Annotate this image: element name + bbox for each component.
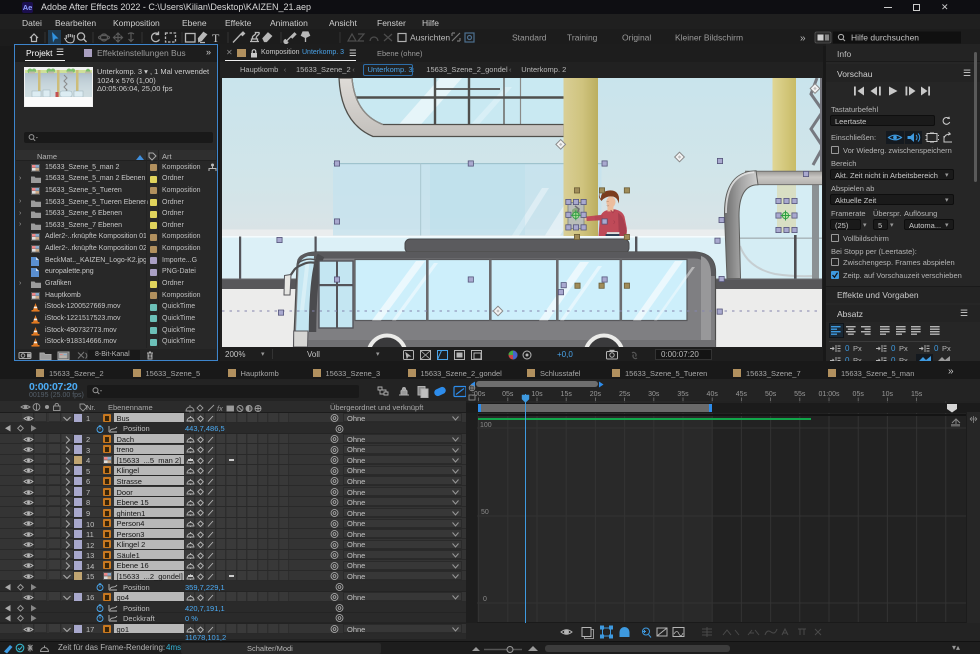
svg-text:01:00s: 01:00s (818, 391, 840, 398)
svg-text:05s: 05s (502, 391, 514, 398)
svg-text:Original: Original (622, 33, 651, 43)
svg-text:05s: 05s (853, 391, 865, 398)
svg-text:Training: Training (567, 33, 598, 43)
svg-text:Ausrichten: Ausrichten (410, 33, 450, 43)
svg-text:45s: 45s (736, 391, 748, 398)
svg-text:15s: 15s (561, 391, 573, 398)
svg-text:»: » (800, 33, 806, 44)
svg-text:40s: 40s (707, 391, 719, 398)
svg-text:30s: 30s (648, 391, 660, 398)
svg-text:Kleiner Bildschirm: Kleiner Bildschirm (675, 33, 743, 43)
svg-text:T: T (212, 31, 220, 45)
svg-text:fx: fx (217, 404, 223, 413)
svg-text:20s: 20s (590, 391, 602, 398)
svg-text:25s: 25s (619, 391, 631, 398)
svg-text:55s: 55s (794, 391, 806, 398)
svg-text:10s: 10s (531, 391, 543, 398)
svg-text:35s: 35s (677, 391, 689, 398)
svg-text:50s: 50s (765, 391, 777, 398)
svg-text:Hilfe durchsuchen: Hilfe durchsuchen (851, 33, 919, 43)
svg-text:15s: 15s (911, 391, 923, 398)
svg-text:Standard: Standard (512, 33, 547, 43)
svg-text:10s: 10s (882, 391, 894, 398)
